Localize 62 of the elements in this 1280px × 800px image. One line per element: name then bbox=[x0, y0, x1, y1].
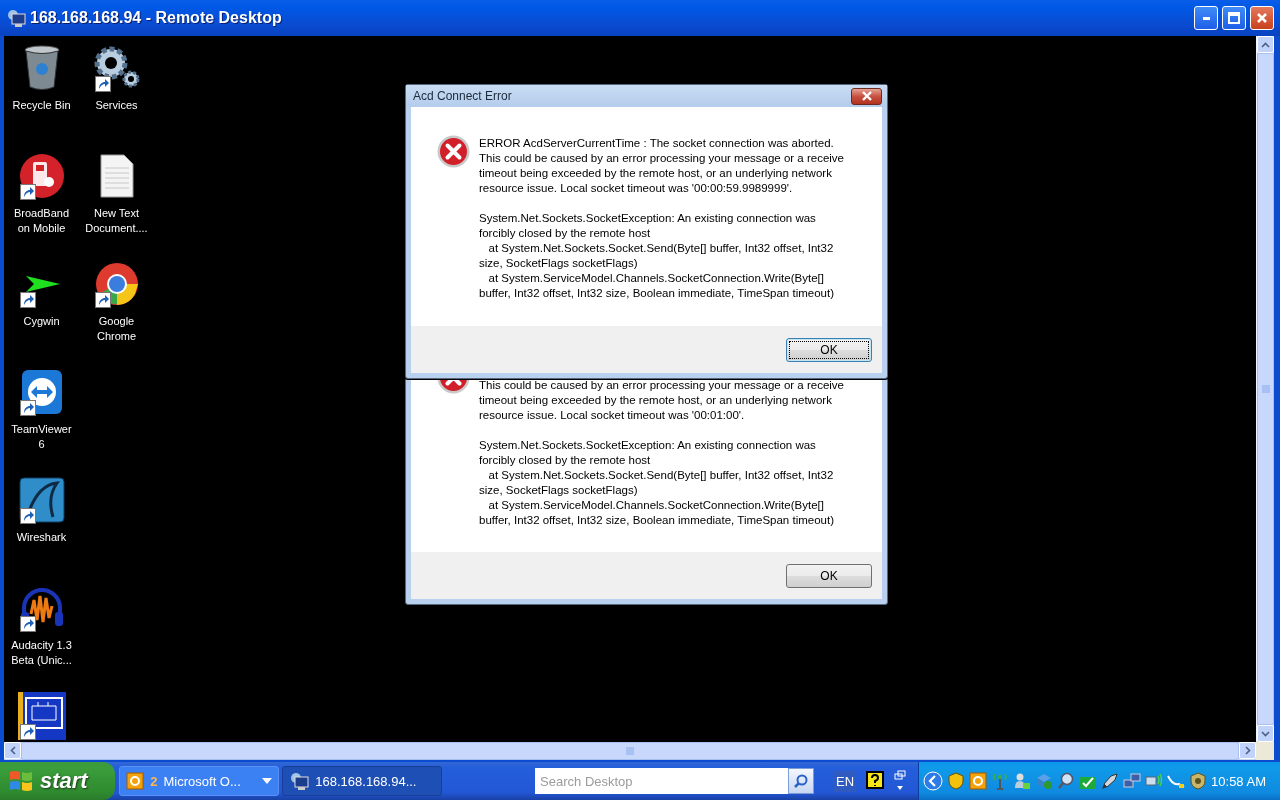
scroll-up-button[interactable] bbox=[1257, 36, 1274, 53]
error-icon bbox=[437, 135, 470, 168]
chevron-left-icon[interactable] bbox=[923, 771, 944, 791]
scroll-down-button[interactable] bbox=[1257, 725, 1274, 742]
maximize-icon bbox=[1227, 11, 1241, 25]
chevron-right-icon bbox=[1244, 746, 1251, 755]
close-icon bbox=[1255, 11, 1269, 25]
document-icon[interactable] bbox=[99, 154, 134, 198]
computer-icon bbox=[6, 9, 26, 27]
language-indicator[interactable]: EN bbox=[834, 770, 857, 792]
task-label: 168.168.168.94... bbox=[315, 773, 418, 789]
chevron-left-icon bbox=[9, 746, 16, 755]
desktop-icon-label[interactable]: Google Chrome bbox=[96, 314, 137, 344]
desktop-icon-label[interactable]: Wireshark bbox=[16, 530, 67, 545]
shield-icon[interactable] bbox=[947, 772, 966, 790]
desktop-icon-label[interactable]: Cygwin bbox=[23, 314, 60, 329]
user-icon[interactable] bbox=[1013, 772, 1032, 790]
office-icon[interactable] bbox=[969, 772, 988, 790]
error-message: System.Net.Sockets.SocketException: An existing connection was forcibly closed by the remote host at System.Net.Sockets.Socket.Send(Byte[] buffer, Int32 offset, Int32 size, SocketFlags socketFlags) at System.ServiceModel.Channels.SocketConnection.Write(Byte[] buffer, Int32 offset, Int32 size, Boolean immediate, TimeSpan timeout) bbox=[479, 438, 835, 528]
minimize-icon bbox=[1202, 16, 1210, 20]
ok-button[interactable]: OK bbox=[786, 563, 872, 588]
error-message: System.Net.Sockets.SocketException: An existing connection was forcibly closed by the remote host at System.Net.Sockets.Socket.Send(Byte[] buffer, Int32 offset, Int32 size, SocketFlags socketFlags) at System.ServiceModel.Channels.SocketConnection.Write(Byte[] buffer, Int32 offset, Int32 size, Boolean immediate, TimeSpan timeout) bbox=[479, 211, 835, 301]
desktop-icon-label[interactable]: TeamViewer 6 bbox=[11, 422, 72, 452]
resize-grip[interactable] bbox=[1256, 742, 1274, 760]
window-title: 168.168.168.94 - Remote Desktop bbox=[30, 9, 283, 27]
close-button[interactable] bbox=[851, 87, 882, 105]
help-icon[interactable] bbox=[866, 771, 885, 791]
scroll-left-button[interactable] bbox=[4, 742, 21, 759]
close-icon bbox=[860, 91, 873, 101]
taskbar-button[interactable]: 168.168.168.94... bbox=[282, 766, 443, 796]
minimize-button[interactable] bbox=[1194, 6, 1218, 30]
restore-arrows-icon[interactable] bbox=[894, 770, 907, 792]
desktop-icon-label[interactable]: New Text Document.... bbox=[85, 206, 148, 236]
ok-button[interactable]: OK bbox=[786, 337, 872, 362]
search-button[interactable] bbox=[788, 768, 814, 794]
grip-icon bbox=[626, 747, 634, 755]
rocket-icon[interactable] bbox=[1101, 772, 1120, 790]
chevron-up-icon bbox=[1261, 41, 1270, 48]
dialog-title: Acd Connect Error bbox=[413, 89, 512, 103]
desktop-icon-label[interactable]: BroadBand on Mobile bbox=[13, 206, 69, 236]
error-icon bbox=[437, 378, 470, 394]
search-icon bbox=[793, 773, 809, 789]
grip-icon bbox=[1261, 385, 1270, 393]
clock: 10:58 AM bbox=[1211, 773, 1266, 789]
dropdown-caret-icon bbox=[262, 778, 273, 784]
task-label: Microsoft O... bbox=[163, 773, 242, 789]
flag-logo-icon bbox=[8, 769, 34, 793]
trash-can-icon[interactable] bbox=[22, 45, 61, 91]
error-message: This could be caused by an error processing your message or a receive timeout being exceeded by the remote host, or an underlying network resource issue. Local socket timeout was '00:01:00'. bbox=[479, 378, 844, 423]
desktop-icon-label[interactable]: Services bbox=[95, 98, 138, 113]
magnifier-icon[interactable] bbox=[1057, 772, 1076, 790]
start-button[interactable]: start bbox=[0, 762, 116, 800]
shield-gear-icon[interactable] bbox=[1189, 772, 1208, 790]
scroll-right-button[interactable] bbox=[1239, 742, 1256, 759]
chevron-down-icon bbox=[1261, 730, 1270, 737]
maximize-button[interactable] bbox=[1222, 6, 1246, 30]
taskbar-button[interactable]: 2 Microsoft O... bbox=[119, 766, 280, 796]
antenna-icon[interactable] bbox=[991, 772, 1010, 790]
desktop-icon-label[interactable]: Recycle Bin bbox=[12, 98, 71, 113]
window-count: 2 bbox=[150, 773, 158, 789]
desktop-icon-label[interactable]: Audacity 1.3 Beta (Unic... bbox=[11, 638, 72, 668]
error-message: ERROR AcdServerCurrentTime : The socket connection was aborted. This could be caused by an error processing your message or a receive timeout being exceeded by the remote host, or an underlying network resource issue. Local socket timeout was '00:00:59.9989999'. bbox=[479, 136, 844, 196]
